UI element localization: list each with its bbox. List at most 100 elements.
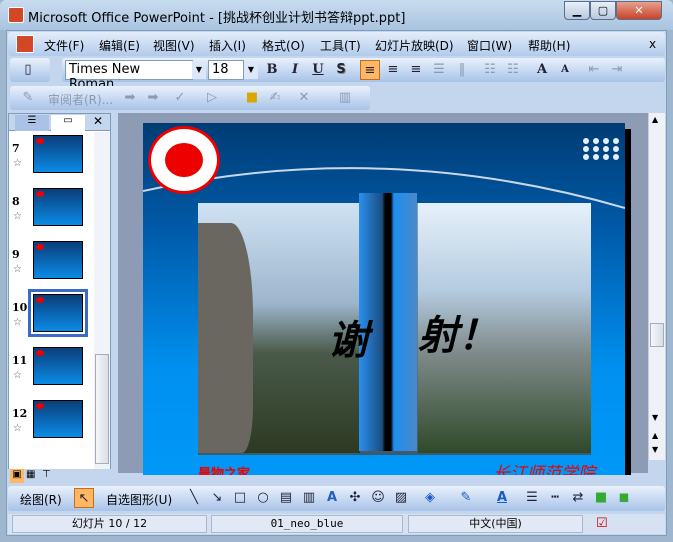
align-left-icon[interactable]: ≡ xyxy=(360,60,380,80)
slide-sorter-icon[interactable]: ▦ xyxy=(26,469,35,480)
dash-style-icon[interactable]: ┅ xyxy=(545,488,565,508)
increase-indent-icon[interactable]: ⇥ xyxy=(607,60,627,80)
previous-slide-icon[interactable]: ▲ xyxy=(652,431,658,440)
document-icon[interactable] xyxy=(16,35,34,53)
decrease-font-icon[interactable]: A xyxy=(555,60,575,80)
menu-view[interactable]: 视图(V) xyxy=(153,37,195,54)
textbox-icon[interactable]: ▤ xyxy=(276,488,296,508)
minimize-button[interactable]: ▁ xyxy=(564,1,590,20)
close-pane-icon[interactable]: ✕ xyxy=(93,114,103,128)
delete-comment-icon[interactable]: ✕ xyxy=(294,88,314,108)
line-style-icon[interactable]: ☰ xyxy=(522,488,542,508)
pane-scroll-thumb[interactable] xyxy=(95,354,109,464)
apply-change-icon[interactable]: ✓ xyxy=(170,88,190,108)
status-template: 01_neo_blue xyxy=(211,515,403,533)
increase-font-icon[interactable]: A xyxy=(532,60,552,80)
vertical-textbox-icon[interactable]: ▥ xyxy=(299,488,319,508)
slides-tab[interactable]: ▭ xyxy=(51,115,85,131)
line-color-icon[interactable]: ✎ xyxy=(456,488,476,508)
diagram-icon[interactable]: ✣ xyxy=(345,488,365,508)
menu-help[interactable]: 帮助(H) xyxy=(528,37,570,54)
rectangle-icon[interactable]: □ xyxy=(230,488,250,508)
normal-view-icon[interactable]: ▣ xyxy=(10,469,24,483)
title-bar: Microsoft Office PowerPoint - [挑战杯创业计划书答… xyxy=(0,0,673,30)
shadow-button[interactable]: S xyxy=(331,60,351,80)
font-dropdown-icon[interactable]: ▼ xyxy=(192,61,206,79)
wordart-icon[interactable]: A xyxy=(322,488,342,508)
slide-thumbnail[interactable] xyxy=(33,294,83,332)
shadow-style-icon[interactable]: ■ xyxy=(591,488,611,508)
transition-star-icon: ☆ xyxy=(13,211,22,222)
arrow-style-icon[interactable]: ⇄ xyxy=(568,488,588,508)
menu-slideshow[interactable]: 幻灯片放映(D) xyxy=(375,37,454,54)
line-icon[interactable]: ╲ xyxy=(184,488,204,508)
outline-tab[interactable]: ☰ xyxy=(15,115,49,131)
bullets-icon[interactable]: ☷ xyxy=(503,60,523,80)
menu-insert[interactable]: 插入(I) xyxy=(209,37,246,54)
unapply-icon[interactable]: ▷ xyxy=(202,88,222,108)
scroll-up-icon[interactable]: ▲ xyxy=(652,115,658,124)
close-button[interactable]: ✕ xyxy=(616,1,662,20)
arrow-icon[interactable]: ↘ xyxy=(207,488,227,508)
slide-thumbnail[interactable] xyxy=(33,135,83,173)
slide-thumbnail[interactable] xyxy=(33,188,83,226)
autoshapes-button[interactable]: 自选图形(U) xyxy=(106,491,172,508)
align-center-icon[interactable]: ≡ xyxy=(383,60,403,80)
spelling-check-icon[interactable]: ☑ xyxy=(596,516,608,531)
slide-thumbnail[interactable] xyxy=(33,241,83,279)
scroll-down-icon[interactable]: ▼ xyxy=(652,413,658,422)
vertical-scrollbar[interactable]: ▲ ▼ ▲ ▼ xyxy=(648,113,665,460)
3d-style-icon[interactable]: ◼ xyxy=(614,488,634,508)
scroll-thumb[interactable] xyxy=(650,323,664,347)
pane-scrollbar[interactable] xyxy=(94,132,110,470)
decrease-indent-icon[interactable]: ⇤ xyxy=(584,60,604,80)
font-size-select[interactable]: 18 xyxy=(208,60,244,80)
menu-window[interactable]: 窗口(W) xyxy=(467,37,512,54)
menu-file[interactable]: 文件(F) xyxy=(44,37,84,54)
next-comment-icon[interactable]: ➡ xyxy=(143,88,163,108)
fill-color-icon[interactable]: ◈ xyxy=(420,488,440,508)
oval-icon[interactable]: ○ xyxy=(253,488,273,508)
drawing-toolbar: 绘图(R) ↖ 自选图形(U) ╲ ↘ □ ○ ▤ ▥ A ✣ ☺ ▨ ◈ ✎ … xyxy=(8,486,665,511)
formatting-toolbar: Times New Roman ▼ 18 ▼ B I U S ≡ ≡ ≡ ☰ ‖… xyxy=(62,58,665,92)
maximize-button[interactable]: ▢ xyxy=(590,1,616,20)
picture-icon[interactable]: ▨ xyxy=(391,488,411,508)
underline-button[interactable]: U xyxy=(308,60,328,80)
font-color-icon[interactable]: A xyxy=(492,488,512,508)
clipart-icon[interactable]: ☺ xyxy=(368,488,388,508)
next-slide-icon[interactable]: ▼ xyxy=(652,445,658,454)
edit-comment-icon[interactable]: ✍ xyxy=(265,88,285,108)
transition-star-icon: ☆ xyxy=(13,423,22,434)
insert-comment-icon[interactable]: ■ xyxy=(242,88,262,108)
reviewing-pane-icon[interactable]: ▥ xyxy=(335,88,355,108)
font-name-select[interactable]: Times New Roman xyxy=(65,60,193,92)
status-bar: 幻灯片 10 / 12 01_neo_blue 中文(中国) ☑ xyxy=(8,514,665,534)
transition-star-icon: ☆ xyxy=(13,264,22,275)
markup-icon[interactable]: ✎ xyxy=(18,88,38,108)
bold-button[interactable]: B xyxy=(262,60,282,80)
slide-title-right: 射！ xyxy=(418,313,498,359)
slide-canvas[interactable]: 谢 射！ 晨物之家 长江师范学院 xyxy=(143,123,625,475)
italic-button[interactable]: I xyxy=(285,60,305,80)
menu-format[interactable]: 格式(O) xyxy=(262,37,305,54)
slideshow-icon[interactable]: ⊤ xyxy=(42,469,51,480)
slide-thumbnail[interactable] xyxy=(33,347,83,385)
close-document-button[interactable]: x xyxy=(649,37,656,51)
slide-number: 8 xyxy=(12,195,20,208)
new-document-icon[interactable]: ▯ xyxy=(18,60,38,80)
status-slide-number: 幻灯片 10 / 12 xyxy=(12,515,207,533)
menu-edit[interactable]: 编辑(E) xyxy=(99,37,140,54)
draw-menu-button[interactable]: 绘图(R) xyxy=(20,491,62,508)
reviewers-button[interactable]: 审阅者(R)... xyxy=(48,91,113,108)
line-spacing-icon[interactable]: ‖ xyxy=(452,60,472,80)
powerpoint-app-icon[interactable] xyxy=(8,7,24,23)
slide-thumbnail[interactable] xyxy=(33,400,83,438)
select-pointer-icon[interactable]: ↖ xyxy=(74,488,94,508)
previous-comment-icon[interactable]: ➡ xyxy=(120,88,140,108)
status-language[interactable]: 中文(中国) xyxy=(408,515,583,533)
numbering-icon[interactable]: ☷ xyxy=(480,60,500,80)
menu-tools[interactable]: 工具(T) xyxy=(320,37,361,54)
align-right-icon[interactable]: ≡ xyxy=(406,60,426,80)
distribute-icon[interactable]: ☰ xyxy=(429,60,449,80)
size-dropdown-icon[interactable]: ▼ xyxy=(244,61,258,79)
